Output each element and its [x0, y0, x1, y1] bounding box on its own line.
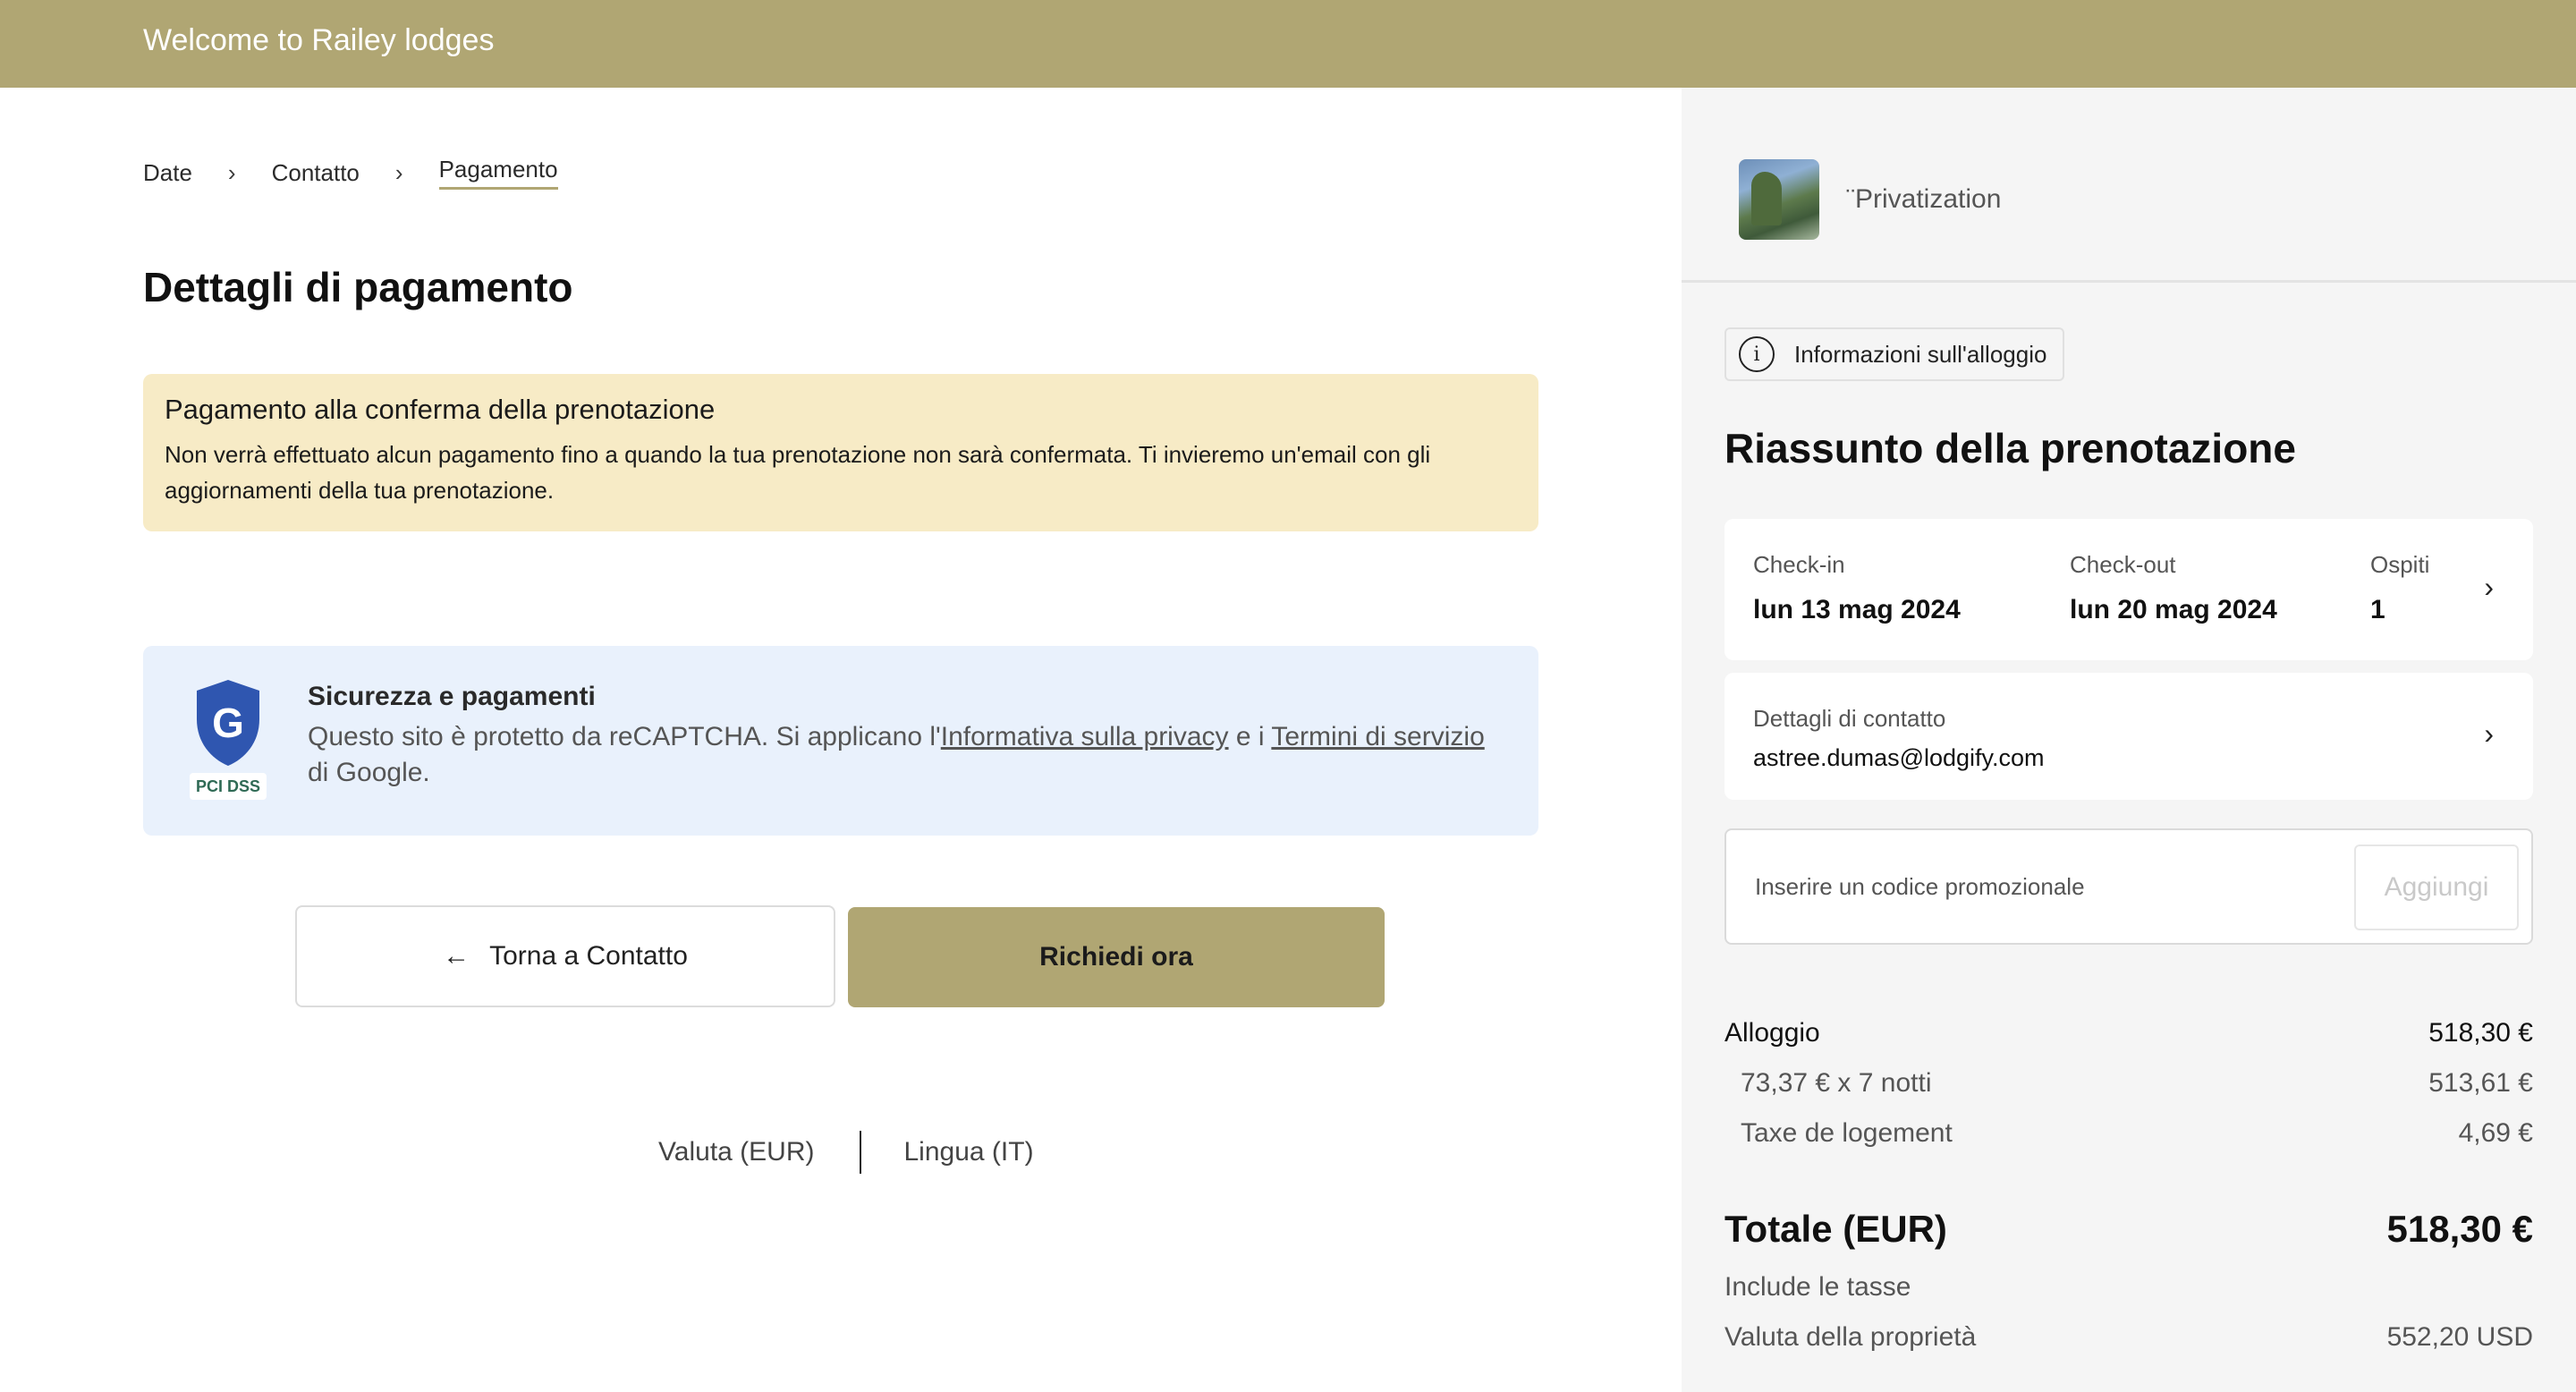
dates-card[interactable]: Check-in lun 13 mag 2024 Check-out lun 2…	[1724, 519, 2533, 660]
security-box: G PCI DSS Sicurezza e pagamenti Questo s…	[143, 646, 1538, 836]
contact-card[interactable]: Dettagli di contatto astree.dumas@lodgif…	[1724, 673, 2533, 800]
language-selector[interactable]: Lingua (IT)	[904, 1137, 1034, 1167]
property-currency-row: Valuta della proprietà 552,20 USD	[1724, 1322, 2533, 1353]
total-value: 518,30 €	[2386, 1208, 2534, 1250]
payment-notice: Pagamento alla conferma della prenotazio…	[143, 374, 1538, 531]
promo-code-box: Aggiungi	[1724, 828, 2533, 945]
chevron-right-icon: ›	[394, 158, 403, 186]
breadcrumb-item-contatto[interactable]: Contatto	[272, 159, 360, 187]
page-title: Dettagli di pagamento	[143, 264, 573, 310]
property-header: ¨Privatization	[1682, 88, 2576, 283]
security-title: Sicurezza e pagamenti	[308, 682, 596, 711]
back-button-label: Torna a Contatto	[489, 941, 688, 971]
main-content: Date › Contatto › Pagamento Dettagli di …	[0, 88, 1682, 1392]
checkin-label: Check-in	[1753, 551, 1845, 578]
contact-label: Dettagli di contatto	[1753, 705, 1946, 732]
request-now-button[interactable]: Richiedi ora	[848, 907, 1385, 1007]
lodging-row: Alloggio 518,30 €	[1724, 1018, 2533, 1048]
chevron-right-icon: ›	[2484, 571, 2494, 603]
property-thumbnail	[1739, 159, 1819, 240]
checkin-block: Check-in lun 13 mag 2024	[1753, 551, 1961, 625]
tax-value: 4,69 €	[2458, 1118, 2533, 1148]
info-icon: i	[1739, 336, 1775, 372]
welcome-text: Welcome to Railey lodges	[143, 23, 495, 57]
property-info-label: Informazioni sull'alloggio	[1794, 340, 2047, 368]
total-label: Totale (EUR)	[1724, 1208, 1947, 1250]
total-row: Totale (EUR) 518,30 €	[1724, 1208, 2533, 1251]
checkout-label: Check-out	[2070, 551, 2176, 578]
tax-row: Taxe de logement 4,69 €	[1724, 1118, 2533, 1149]
promo-code-input[interactable]	[1755, 866, 2363, 907]
booking-summary-title: Riassunto della prenotazione	[1724, 425, 2296, 471]
security-text: Questo sito è protetto da reCAPTCHA. Si …	[308, 722, 1485, 787]
nights-value: 513,61 €	[2428, 1068, 2533, 1098]
property-currency-value: 552,20 USD	[2386, 1322, 2533, 1352]
top-bar: Welcome to Railey lodges	[0, 0, 2576, 88]
currency-selector[interactable]: Valuta (EUR)	[658, 1137, 815, 1167]
guests-value: 1	[2370, 595, 2385, 624]
property-info-button[interactable]: i Informazioni sull'alloggio	[1724, 327, 2065, 381]
guests-label: Ospiti	[2370, 551, 2430, 578]
breadcrumb-item-date[interactable]: Date	[143, 159, 192, 187]
shield-logo-text: G	[212, 700, 244, 746]
footer-divider	[859, 1131, 861, 1174]
checkout-block: Check-out lun 20 mag 2024	[2070, 551, 2277, 625]
lodging-label: Alloggio	[1724, 1018, 1820, 1048]
recaptcha-shield-icon: G PCI DSS	[190, 680, 267, 800]
tax-label: Taxe de logement	[1741, 1118, 1953, 1148]
notice-text: Non verrà effettuato alcun pagamento fin…	[165, 441, 1431, 504]
privacy-policy-link[interactable]: Informativa sulla privacy	[941, 722, 1229, 751]
pci-dss-badge-text: PCI DSS	[196, 777, 260, 795]
lodging-value: 518,30 €	[2428, 1018, 2533, 1048]
booking-sidebar: ¨Privatization i Informazioni sull'allog…	[1682, 88, 2576, 1392]
guests-block: Ospiti 1	[2370, 551, 2429, 625]
contact-email: astree.dumas@lodgify.com	[1753, 744, 2045, 771]
taxes-note: Include le tasse	[1724, 1272, 1911, 1302]
chevron-right-icon: ›	[227, 158, 236, 186]
footer-links: Valuta (EUR) Lingua (IT)	[658, 1131, 1034, 1174]
checkin-value: lun 13 mag 2024	[1753, 595, 1961, 624]
arrow-left-icon: ←	[443, 941, 470, 971]
nights-row: 73,37 € x 7 notti 513,61 €	[1724, 1068, 2533, 1099]
breadcrumb-item-pagamento[interactable]: Pagamento	[438, 156, 558, 190]
breadcrumb: Date › Contatto › Pagamento	[143, 156, 558, 190]
chevron-right-icon: ›	[2484, 717, 2494, 750]
nights-label: 73,37 € x 7 notti	[1741, 1068, 1932, 1098]
taxes-note-row: Include le tasse	[1724, 1272, 2533, 1303]
terms-of-service-link[interactable]: Termini di servizio	[1271, 722, 1484, 751]
notice-title: Pagamento alla conferma della prenotazio…	[165, 394, 716, 425]
property-name: ¨Privatization	[1846, 184, 2002, 214]
property-currency-label: Valuta della proprietà	[1724, 1322, 1977, 1352]
back-to-contact-button[interactable]: ← Torna a Contatto	[295, 905, 835, 1007]
add-promo-button[interactable]: Aggiungi	[2354, 845, 2519, 930]
checkout-value: lun 20 mag 2024	[2070, 595, 2277, 624]
